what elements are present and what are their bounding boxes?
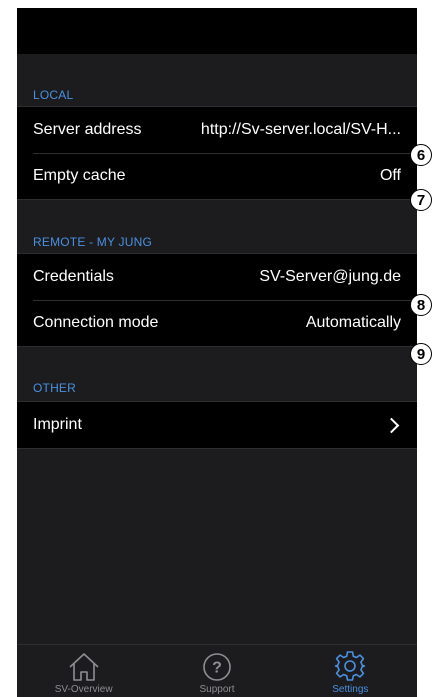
tab-sv-overview-label: SV-Overview [54,684,113,695]
credentials-value: SV-Server@jung.de [259,268,401,285]
server-address-label: Server address [33,121,142,138]
connection-mode-value: Automatically [305,314,401,331]
connection-mode-row[interactable]: Connection mode Automatically [17,300,417,346]
empty-cache-row[interactable]: Empty cache Off [17,153,417,199]
credentials-row[interactable]: Credentials SV-Server@jung.de [17,254,417,300]
server-address-row[interactable]: Server address http://Sv-server.local/SV… [17,107,417,153]
settings-screen: LOCAL Server address http://Sv-server.lo… [17,8,417,697]
local-settings-group: Server address http://Sv-server.local/SV… [17,106,417,200]
credentials-label: Credentials [33,268,114,285]
tab-support[interactable]: ? Support [150,645,283,697]
imprint-label: Imprint [33,416,82,433]
tab-settings-label: Settings [332,684,369,695]
remote-settings-group: Credentials SV-Server@jung.de Connection… [17,253,417,347]
chevron-right-icon [383,417,400,433]
status-bar [17,8,417,54]
section-header-other: OTHER [33,381,76,395]
callout-marker: 6 [410,144,432,166]
home-icon [69,653,99,681]
section-header-remote: REMOTE - MY JUNG [33,235,152,249]
tab-settings[interactable]: Settings [284,645,417,697]
connection-mode-label: Connection mode [33,314,159,331]
server-address-value: http://Sv-server.local/SV-H... [200,121,401,138]
callout-marker: 9 [410,343,432,365]
tab-sv-overview[interactable]: SV-Overview [17,645,150,697]
svg-text:?: ? [212,660,222,677]
gear-icon [335,651,366,681]
callout-marker: 8 [410,294,432,316]
tab-bar: SV-Overview ? Support Settings [17,644,417,697]
imprint-row[interactable]: Imprint [17,402,417,448]
callout-marker: 7 [410,189,432,211]
section-header-local: LOCAL [33,88,74,102]
tab-support-label: Support [199,684,235,695]
other-settings-group: Imprint [17,401,417,449]
empty-cache-value: Off [379,167,401,184]
empty-cache-label: Empty cache [33,167,126,184]
question-circle-icon: ? [203,653,231,681]
